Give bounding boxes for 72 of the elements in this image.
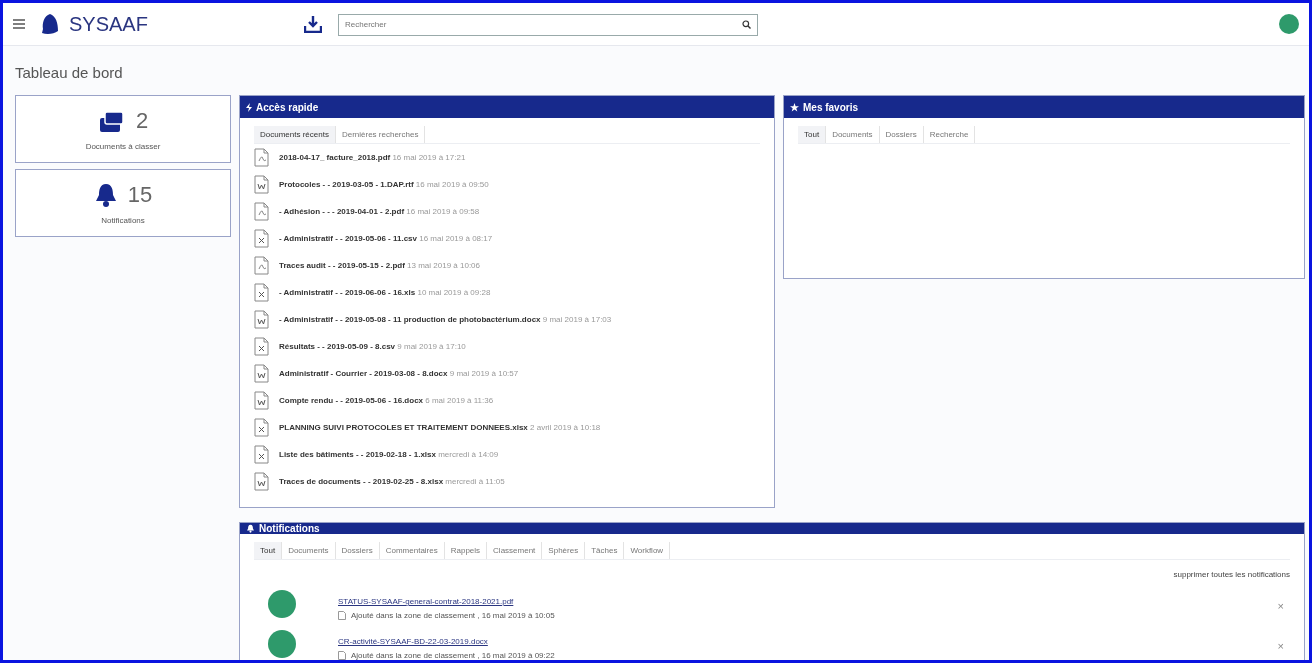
document-icon	[338, 651, 346, 660]
word-file-icon	[254, 175, 269, 194]
recent-document[interactable]: 2018-04-17_ facture_2018.pdf 16 mai 2019 à 17:21	[279, 148, 466, 164]
stat-count: 15	[127, 181, 153, 208]
clear-notifications-link[interactable]: supprimer toutes les notifications	[1173, 570, 1290, 579]
bell-icon	[93, 181, 118, 208]
recent-document[interactable]: Administratif - Courrier - 2019-03-08 - 8.docx 9 mai 2019 à 10:57	[279, 364, 519, 380]
page-title: Tableau de bord	[14, 63, 124, 83]
recent-document[interactable]: - Administratif - - 2019-05-08 - 11 production de photobactérium.docx 9 mai 2019 à 17:03	[279, 310, 612, 326]
recent-document[interactable]: Traces de documents - - 2019-02-25 - 8.xlsx mercredi à 11:05	[279, 472, 505, 488]
stat-label: Notifications	[101, 215, 145, 225]
notification-avatar	[268, 630, 296, 658]
word-file-icon	[254, 391, 269, 410]
pdf-file-icon	[254, 256, 269, 275]
panel-title: Notifications	[259, 523, 320, 534]
tab[interactable]: Dernières recherches	[335, 126, 426, 143]
recent-document[interactable]: Compte rendu - - 2019-05-06 - 16.docx 6 mai 2019 à 11:36	[279, 391, 494, 407]
recent-document[interactable]: Protocoles - - 2019-03-05 - 1.DAP.rtf 16 mai 2019 à 09:50	[279, 175, 489, 191]
app-name: SYSAAF	[69, 12, 149, 36]
tab[interactable]: Dossiers	[879, 126, 924, 143]
tab[interactable]: Tâches	[585, 542, 625, 559]
search-icon[interactable]	[742, 20, 751, 29]
tab[interactable]: Rappels	[444, 542, 488, 559]
pdf-file-icon	[254, 148, 269, 167]
panel-title: Mes favoris	[803, 101, 859, 113]
tab[interactable]: Dossiers	[335, 542, 380, 559]
stat-card[interactable]: 15 Notifications	[15, 169, 231, 237]
recent-document[interactable]: PLANNING SUIVI PROTOCOLES ET TRAITEMENT DONNEES.xlsx 2 avril 2019 à 10:18	[279, 418, 601, 434]
recent-document[interactable]: Liste des bâtiments - - 2019-02-18 - 1.xlsx mercredi à 14:09	[279, 445, 499, 461]
excel-file-icon	[254, 445, 269, 464]
recent-document[interactable]: Traces audit - - 2019-05-15 - 2.pdf 13 mai 2019 à 10:06	[279, 256, 480, 272]
tab[interactable]: Documents	[282, 542, 336, 559]
stat-label: Documents à classer	[85, 141, 161, 151]
search-field[interactable]: Rechercher	[338, 13, 758, 36]
tab[interactable]: Tout	[254, 542, 283, 559]
tab[interactable]: Workflow	[624, 542, 671, 559]
excel-file-icon	[254, 418, 269, 437]
excel-file-icon	[254, 283, 269, 302]
tab[interactable]: Documents	[826, 126, 880, 143]
menu-icon[interactable]	[13, 19, 25, 29]
notification-detail: Ajouté dans la zone de classement , 16 mai 2019 à 10:05	[351, 611, 555, 620]
notification-detail: Ajouté dans la zone de classement , 16 mai 2019 à 09:22	[351, 651, 555, 660]
excel-file-icon	[254, 337, 269, 356]
download-icon[interactable]	[304, 15, 322, 33]
document-icon	[338, 611, 346, 620]
logo-icon	[41, 13, 59, 35]
excel-file-icon	[254, 229, 269, 248]
word-file-icon	[254, 364, 269, 383]
recent-document[interactable]: - Adhésion - - - 2019-04-01 - 2.pdf 16 mai 2019 à 09:58	[279, 202, 480, 218]
star-icon	[790, 102, 799, 112]
tab[interactable]: Sphères	[542, 542, 586, 559]
recent-document[interactable]: Résultats - - 2019-05-09 - 8.csv 9 mai 2019 à 17:10	[279, 337, 466, 353]
recent-document[interactable]: - Administratif - - 2019-05-06 - 11.csv 16 mai 2019 à 08:17	[279, 229, 493, 245]
word-file-icon	[254, 310, 269, 329]
close-button[interactable]: ×	[1277, 600, 1284, 612]
tab[interactable]: Documents récents	[254, 126, 336, 143]
word-file-icon	[254, 472, 269, 491]
panel-title: Accès rapide	[256, 101, 319, 113]
user-avatar[interactable]	[1279, 14, 1299, 34]
stat-card[interactable]: 2 Documents à classer	[15, 95, 231, 163]
pdf-file-icon	[254, 202, 269, 221]
bolt-icon	[246, 102, 252, 112]
tab[interactable]: Commentaires	[379, 542, 445, 559]
tab[interactable]: Classement	[487, 542, 543, 559]
tab[interactable]: Tout	[798, 126, 827, 143]
recent-document[interactable]: - Administratif - - 2019-06-06 - 16.xls 10 mai 2019 à 09:28	[279, 283, 491, 299]
file-link[interactable]: STATUS-SYSAAF-general-contrat-2018-2021.pdf	[338, 597, 514, 606]
close-button[interactable]: ×	[1277, 640, 1284, 652]
file-link[interactable]: CR-activité-SYSAAF-BD-22-03-2019.docx	[338, 637, 488, 646]
stat-count: 2	[135, 107, 149, 134]
notification-avatar	[268, 590, 296, 618]
tab[interactable]: Recherche	[923, 126, 976, 143]
